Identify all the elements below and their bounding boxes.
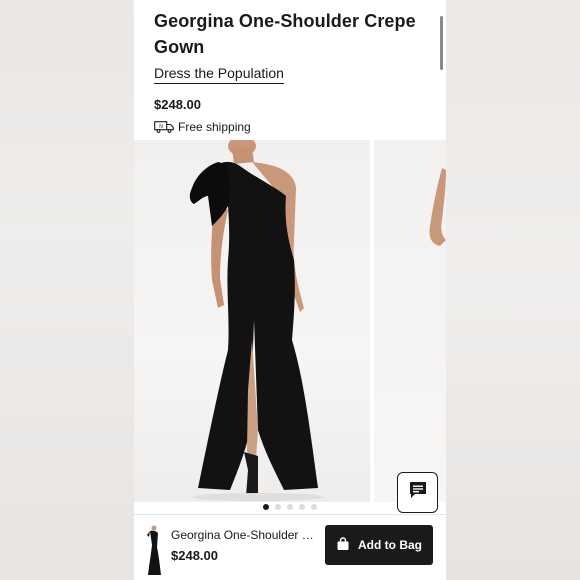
carousel-dot[interactable] <box>263 504 269 510</box>
shopping-bag-icon <box>336 536 350 554</box>
shipping-info: N Free shipping <box>154 120 424 134</box>
bar-product-name: Georgina One-Shoulder Cre... <box>171 528 321 542</box>
add-to-bag-button[interactable]: Add to Bag <box>325 525 433 565</box>
shipping-label: Free shipping <box>178 120 251 134</box>
background-right <box>446 0 580 580</box>
svg-text:N: N <box>159 124 163 130</box>
product-thumbnail <box>144 525 164 577</box>
product-price: $248.00 <box>154 97 201 112</box>
mobile-screen: Georgina One-Shoulder Crepe Gown Dress t… <box>134 0 446 580</box>
product-info: Georgina One-Shoulder Crepe Gown Dress t… <box>154 8 424 134</box>
truck-icon: N <box>154 121 174 133</box>
product-title: Georgina One-Shoulder Crepe Gown <box>154 11 416 57</box>
carousel-dot[interactable] <box>311 504 317 510</box>
carousel-dot[interactable] <box>287 504 293 510</box>
chat-button[interactable] <box>397 472 438 513</box>
chat-icon <box>408 480 428 505</box>
product-photo-next[interactable] <box>374 140 446 502</box>
image-carousel[interactable] <box>134 140 446 502</box>
sticky-add-to-bag-bar: Georgina One-Shoulder Cre... $248.00 Add… <box>134 514 446 580</box>
bar-product-price: $248.00 <box>171 548 218 563</box>
scrollbar[interactable] <box>440 16 443 70</box>
background-left <box>0 0 134 580</box>
product-photo-main[interactable] <box>134 140 370 502</box>
add-to-bag-label: Add to Bag <box>358 538 422 552</box>
brand-link[interactable]: Dress the Population <box>154 64 284 84</box>
carousel-dot[interactable] <box>299 504 305 510</box>
carousel-dot[interactable] <box>275 504 281 510</box>
